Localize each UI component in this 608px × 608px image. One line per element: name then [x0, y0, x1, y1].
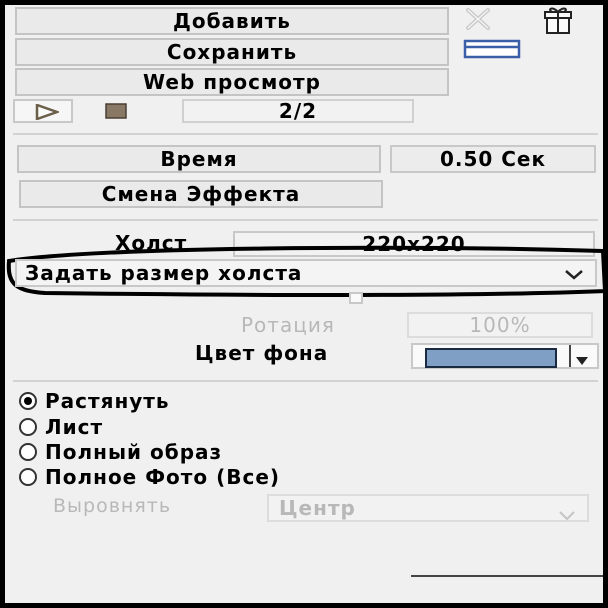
fit-mode-group: Растянуть Лист Полный образ Полное Фото …	[19, 389, 280, 489]
dropdown-arrow-icon	[575, 351, 589, 370]
background-color-label: Цвет фона	[195, 341, 329, 365]
chevron-down-icon	[557, 503, 577, 527]
align-dropdown: Центр	[267, 494, 589, 522]
fit-option-full-photo[interactable]: Полное Фото (Все)	[19, 465, 280, 489]
divider	[411, 575, 603, 577]
background-color-picker[interactable]	[411, 343, 599, 369]
fit-option-sheet[interactable]: Лист	[19, 415, 280, 439]
rotation-field: 100%	[407, 312, 593, 338]
divider	[13, 133, 598, 135]
fit-option-stretch[interactable]: Растянуть	[19, 389, 280, 413]
canvas-size-dropdown[interactable]: Задать размер холста	[15, 259, 597, 287]
web-preview-button[interactable]: Web просмотр	[15, 68, 449, 96]
window-icon[interactable]	[463, 39, 521, 59]
time-button[interactable]: Время	[17, 145, 381, 173]
stop-icon	[105, 103, 127, 123]
chevron-down-icon	[563, 267, 585, 286]
radio-button[interactable]	[19, 392, 37, 410]
duration-field[interactable]: 0.50 Сек	[390, 145, 596, 173]
play-button[interactable]	[13, 99, 73, 123]
stop-button[interactable]	[101, 101, 155, 121]
properties-panel: Добавить Сохранить Web просмотр 2/2 Врем…	[0, 0, 608, 608]
canvas-size-dropdown-value: Задать размер холста	[25, 261, 303, 285]
gift-icon[interactable]	[541, 5, 575, 35]
fit-option-full-image[interactable]: Полный образ	[19, 440, 280, 464]
radio-button[interactable]	[19, 418, 37, 436]
align-label: Выровнять	[53, 495, 172, 517]
change-effect-button[interactable]: Смена Эффекта	[19, 180, 383, 208]
save-button[interactable]: Сохранить	[15, 38, 449, 66]
divider	[13, 219, 598, 221]
divider	[13, 380, 598, 382]
add-button[interactable]: Добавить	[15, 7, 449, 35]
close-x-icon[interactable]	[463, 7, 493, 31]
radio-button[interactable]	[19, 443, 37, 461]
color-swatch	[425, 348, 557, 368]
frame-counter: 2/2	[182, 99, 414, 123]
play-icon	[35, 103, 61, 124]
align-dropdown-value: Центр	[279, 496, 356, 520]
radio-button[interactable]	[19, 468, 37, 486]
splitter-handle[interactable]	[349, 292, 363, 304]
rotation-label: Ротация	[241, 313, 335, 337]
